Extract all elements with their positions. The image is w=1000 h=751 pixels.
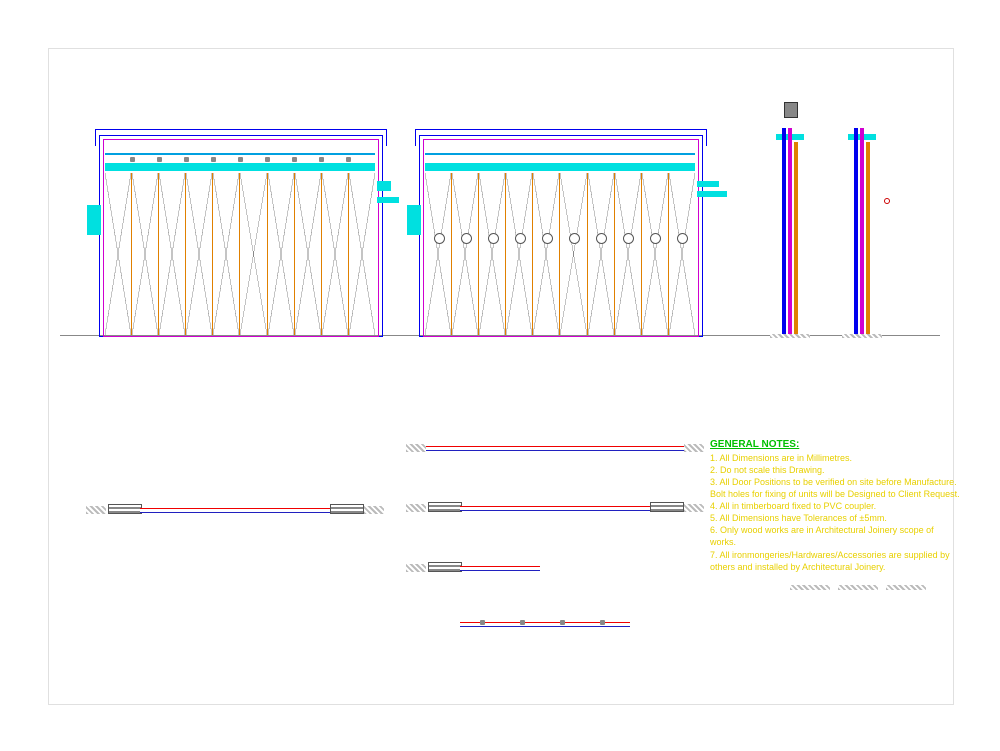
plan-open-centre [420, 498, 690, 520]
porthole [461, 233, 472, 244]
porthole [596, 233, 607, 244]
head-rail-highlight [425, 163, 695, 171]
door-leaf [268, 173, 295, 335]
door-leaf [159, 173, 186, 335]
notes-item: 6. Only wood works are in Architectural … [710, 524, 960, 548]
door-leaf [213, 173, 240, 335]
dim-tag-right [697, 181, 719, 187]
door-track-plan [426, 446, 684, 451]
door-track-plan [460, 506, 650, 511]
jamb-wall [684, 444, 704, 452]
leaf-post [866, 142, 870, 336]
door-leaf [588, 173, 615, 335]
folded-leaves-left [108, 504, 142, 514]
door-leaf [560, 173, 587, 335]
door-leaf [452, 173, 479, 335]
door-leaf [322, 173, 349, 335]
jamb-wall [406, 564, 426, 572]
porthole [677, 233, 688, 244]
jamb-wall [684, 504, 704, 512]
detail-hatch [790, 585, 830, 590]
threshold-detail [790, 585, 930, 595]
top-track [105, 153, 375, 155]
section-a [776, 128, 816, 336]
plan-partial [420, 558, 570, 580]
porthole [650, 233, 661, 244]
notes-heading: GENERAL NOTES: [710, 438, 960, 452]
plan-bottom-track-detail [460, 620, 630, 630]
jamb-outer [782, 128, 786, 336]
porthole [542, 233, 553, 244]
jamb-wall [406, 504, 426, 512]
porthole [515, 233, 526, 244]
notes-item: 7. All ironmongeries/Hardwares/Accessori… [710, 549, 960, 573]
top-track [425, 153, 695, 155]
jamb-inner [860, 128, 864, 336]
dim-tag-right [377, 197, 399, 203]
jamb-wall [364, 506, 384, 514]
folded-leaves-right [650, 502, 684, 512]
folded-leaves-left [428, 502, 462, 512]
floor-hatch [842, 334, 882, 338]
jamb-highlight-left [87, 205, 101, 235]
jamb-wall [406, 444, 426, 452]
door-leaf [105, 173, 132, 335]
door-leaf [349, 173, 375, 335]
general-notes: GENERAL NOTES: 1. All Dimensions are in … [710, 438, 960, 573]
notes-item: 5. All Dimensions have Tolerances of ±5m… [710, 512, 960, 524]
door-track-plan [460, 566, 540, 571]
dim-tag-right [697, 191, 727, 197]
door-leaf [425, 173, 452, 335]
plan-open-left [100, 500, 370, 522]
dim-tag-right [377, 181, 391, 191]
door-leaf [132, 173, 159, 335]
detail-hatch [886, 585, 926, 590]
door-leaf [240, 173, 267, 335]
plan-closed [420, 438, 690, 460]
leaf-row [425, 173, 695, 335]
door-leaf [642, 173, 669, 335]
notes-item: 4. All in timberboard fixed to PVC coupl… [710, 500, 960, 512]
door-leaf [295, 173, 322, 335]
motor-icon [784, 102, 798, 118]
elevation-inside [425, 145, 695, 335]
porthole [623, 233, 634, 244]
jamb-wall [86, 506, 106, 514]
door-leaf [669, 173, 695, 335]
door-leaf [186, 173, 213, 335]
jamb-highlight-left [407, 205, 421, 235]
leaf-post [794, 142, 798, 336]
porthole [569, 233, 580, 244]
notes-item: 3. All Door Positions to be verified on … [710, 476, 960, 500]
porthole [434, 233, 445, 244]
door-leaf [615, 173, 642, 335]
folded-leaves-left [428, 562, 462, 572]
detail-hatch [838, 585, 878, 590]
leaf-row [105, 173, 375, 335]
porthole [488, 233, 499, 244]
elevation-outside [105, 145, 375, 335]
notes-item: 1. All Dimensions are in Millimetres. [710, 452, 960, 464]
door-leaf [506, 173, 533, 335]
door-track-plan [140, 508, 330, 513]
door-leaf [533, 173, 560, 335]
folded-leaves-right [330, 504, 364, 514]
notes-item: 2. Do not scale this Drawing. [710, 464, 960, 476]
ref-dot [884, 198, 890, 204]
floor-hatch [770, 334, 810, 338]
section-b [848, 128, 888, 336]
door-leaf [479, 173, 506, 335]
jamb-inner [788, 128, 792, 336]
drawing-canvas: GENERAL NOTES: 1. All Dimensions are in … [0, 0, 1000, 751]
head-rail-highlight [105, 163, 375, 171]
jamb-outer [854, 128, 858, 336]
